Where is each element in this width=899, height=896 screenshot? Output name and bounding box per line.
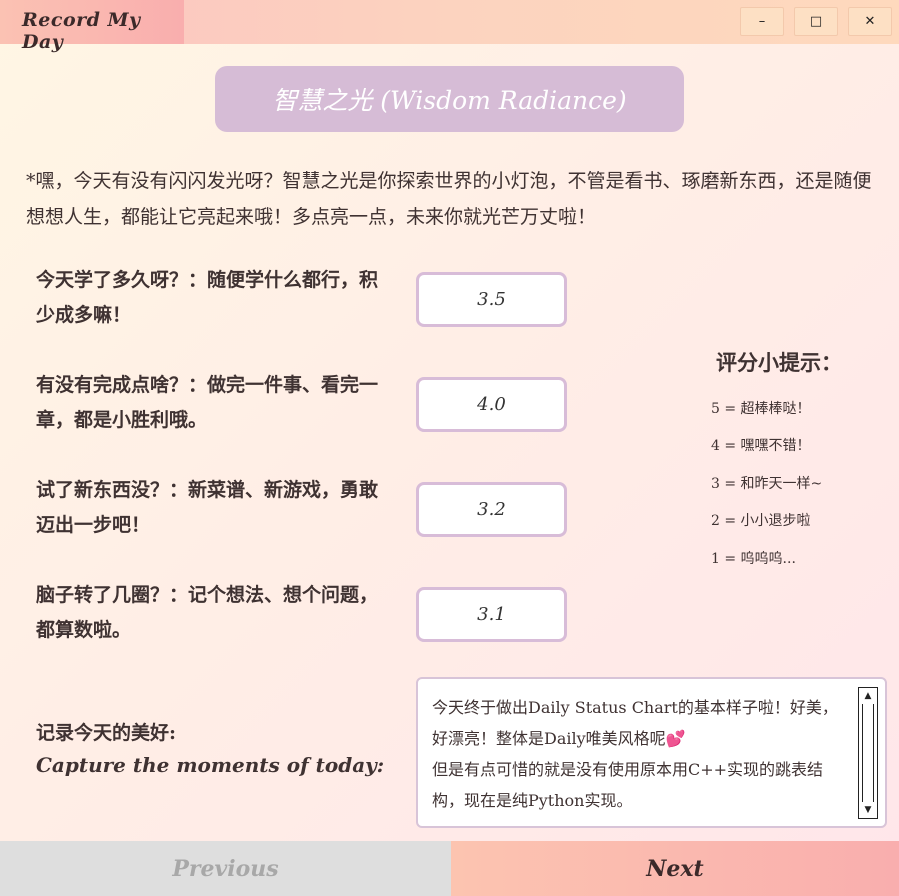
score-input-2[interactable]: 4.0	[416, 377, 567, 432]
title-tab: Record My Day	[0, 0, 184, 53]
record-textarea[interactable]: 今天终于做出Daily Status Chart的基本样子啦！好美，好漂亮！整体…	[416, 677, 887, 828]
section-title: 智慧之光 (Wisdom Radiance)	[215, 66, 684, 132]
question-label-3: 试了新东西没？：新菜谱、新游戏，勇敢迈出一步吧！	[36, 479, 379, 536]
maximize-button[interactable]: □	[794, 7, 838, 36]
hint-item: 5 = 超棒棒哒！	[711, 401, 811, 417]
hint-item: 1 = 呜呜呜...	[711, 551, 796, 567]
question-label-1: 今天学了多久呀？：随便学什么都行，积少成多嘛！	[36, 269, 379, 326]
next-button[interactable]: Next	[451, 841, 899, 896]
scroll-track[interactable]	[862, 704, 874, 802]
score-input-3[interactable]: 3.2	[416, 482, 567, 537]
close-button[interactable]: ✕	[848, 7, 892, 36]
intro-text: *嘿，今天有没有闪闪发光呀？智慧之光是你探索世界的小灯泡，不管是看书、琢磨新东西…	[26, 170, 872, 228]
hint-item: 4 = 嘿嘿不错！	[711, 438, 811, 454]
record-sublabel: Capture the moments of today:	[36, 753, 385, 777]
hint-item: 3 = 和昨天一样~	[711, 476, 823, 492]
previous-button[interactable]: Previous	[0, 841, 451, 896]
record-label: 记录今天的美好:	[36, 722, 177, 744]
score-input-4[interactable]: 3.1	[416, 587, 567, 642]
hint-item: 2 = 小小退步啦	[711, 513, 811, 529]
record-text[interactable]: 今天终于做出Daily Status Chart的基本样子啦！好美，好漂亮！整体…	[432, 692, 852, 816]
scroll-up-icon[interactable]: ▲	[861, 689, 875, 703]
scroll-down-icon[interactable]: ▼	[861, 803, 875, 817]
score-input-1[interactable]: 3.5	[416, 272, 567, 327]
hints-title: 评分小提示：	[716, 350, 842, 375]
minimize-button[interactable]: –	[740, 7, 784, 36]
title-bar: Record My Day – □ ✕	[0, 0, 899, 53]
question-label-4: 脑子转了几圈？：记个想法、想个问题，都算数啦。	[36, 584, 379, 641]
question-label-2: 有没有完成点啥？：做完一件事、看完一章，都是小胜利哦。	[36, 374, 379, 431]
textarea-scrollbar[interactable]: ▲ ▼	[858, 687, 878, 819]
app-title: Record My Day	[22, 9, 141, 53]
